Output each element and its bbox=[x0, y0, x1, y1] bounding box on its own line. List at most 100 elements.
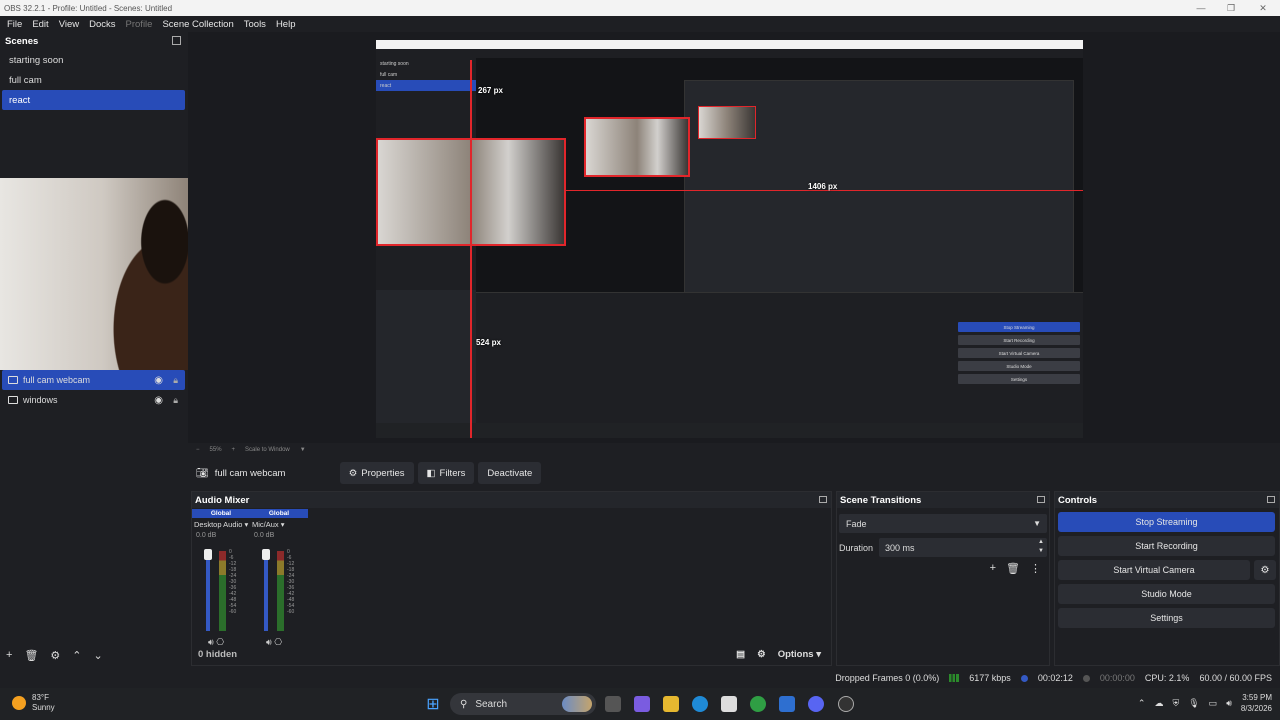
discord-icon[interactable] bbox=[808, 696, 824, 712]
scenes-header: Scenes bbox=[0, 32, 187, 50]
windows-start-icon[interactable]: ⊞ bbox=[425, 696, 441, 713]
settings-button[interactable]: Settings bbox=[1058, 608, 1275, 628]
undock-icon[interactable] bbox=[1267, 496, 1275, 503]
mixer-settings-icon[interactable]: ⚙ bbox=[757, 649, 766, 660]
fps: 60.00 / 60.00 FPS bbox=[1199, 673, 1272, 683]
cloud-icon[interactable]: ☁ bbox=[1154, 698, 1163, 709]
spinbox-arrows-icon[interactable]: ▲ ▼ bbox=[1038, 538, 1044, 556]
copilot-icon[interactable] bbox=[634, 696, 650, 712]
channel-name[interactable]: Desktop Audio ▾ bbox=[192, 518, 250, 531]
add-source-button[interactable]: + bbox=[6, 649, 12, 661]
vertical-guide-line bbox=[470, 60, 472, 438]
chrome-icon[interactable] bbox=[750, 696, 766, 712]
nested-virtual-camera: Start Virtual Camera bbox=[958, 348, 1080, 358]
studio-mode-button[interactable]: Studio Mode bbox=[1058, 584, 1275, 604]
scene-item-full-cam[interactable]: full cam bbox=[2, 70, 185, 90]
taskbar-clock[interactable]: 3:59 PM 8/3/2026 bbox=[1241, 692, 1272, 714]
window-title-bar: OBS 32.2.1 - Profile: Untitled - Scenes:… bbox=[0, 0, 1280, 16]
volume-fader[interactable] bbox=[264, 551, 268, 631]
meter-scale: 0 -6 -12 -18 -24 -30 -36 -42 -48 -54 -60 bbox=[229, 549, 236, 615]
mixer-footer-actions: ▤ ⚙ Options ▾ bbox=[736, 649, 821, 660]
mixer-footer: 0 hidden ▤ ⚙ Options ▾ bbox=[192, 643, 831, 665]
scene-item-starting-soon[interactable]: starting soon bbox=[2, 50, 185, 70]
clock-time: 3:59 PM bbox=[1242, 693, 1272, 702]
menu-scene-collection[interactable]: Scene Collection bbox=[157, 19, 238, 30]
chevron-down-icon[interactable]: ▼ bbox=[300, 447, 306, 453]
zoom-level: 55% bbox=[209, 447, 222, 453]
defender-icon[interactable]: ⛨ bbox=[1172, 698, 1179, 709]
menu-edit[interactable]: Edit bbox=[27, 19, 53, 30]
audio-mixer-header: Audio Mixer bbox=[192, 492, 831, 508]
microphone-icon[interactable]: 🎙︎ bbox=[1188, 698, 1199, 709]
add-transition-icon[interactable]: + bbox=[990, 562, 996, 575]
channel-name[interactable]: Mic/Aux ▾ bbox=[250, 518, 308, 531]
duration-input[interactable]: 300 ms ▲ ▼ bbox=[879, 538, 1047, 557]
menu-help[interactable]: Help bbox=[271, 19, 301, 30]
edge-icon[interactable] bbox=[692, 696, 708, 712]
stop-streaming-button[interactable]: Stop Streaming bbox=[1058, 512, 1275, 532]
source-item-full-cam-webcam[interactable]: full cam webcam ◉ 🔒︎ bbox=[2, 370, 185, 390]
options-label: Options bbox=[777, 648, 814, 660]
controls-title: Controls bbox=[1058, 494, 1098, 506]
chevron-up-icon[interactable]: ⌃ bbox=[1138, 698, 1146, 709]
lock-icon[interactable]: 🔒︎ bbox=[173, 375, 178, 386]
file-explorer-icon[interactable] bbox=[663, 696, 679, 712]
weather-desc: Sunny bbox=[32, 703, 55, 712]
minimize-button[interactable]: — bbox=[1186, 0, 1216, 16]
start-virtual-camera-button[interactable]: Start Virtual Camera bbox=[1058, 560, 1250, 580]
start-recording-button[interactable]: Start Recording bbox=[1058, 536, 1275, 556]
gear-icon[interactable]: ⚙ bbox=[1254, 560, 1276, 580]
source-item-windows[interactable]: windows ◉ 🔒︎ bbox=[2, 390, 185, 410]
streaming-indicator-icon bbox=[1020, 674, 1028, 682]
menu-tools[interactable]: Tools bbox=[239, 19, 271, 30]
layout-icon[interactable]: ▤ bbox=[736, 649, 745, 660]
channel-global-badge: Global bbox=[250, 509, 308, 518]
scale-mode-select[interactable]: Scale to Window bbox=[245, 447, 290, 453]
filter-icon: ◧ bbox=[426, 467, 436, 479]
nested-taskbar bbox=[376, 423, 1083, 438]
source-settings-button[interactable]: ⚙ bbox=[50, 649, 60, 662]
deactivate-button[interactable]: Deactivate bbox=[478, 462, 542, 484]
maximize-button[interactable]: ❐ bbox=[1216, 0, 1246, 16]
menu-docks[interactable]: Docks bbox=[84, 19, 120, 30]
weather-widget[interactable]: 83°F Sunny bbox=[12, 693, 55, 713]
eye-icon[interactable]: ◉ bbox=[154, 375, 163, 386]
taskbar-search[interactable]: ⚲ Search bbox=[450, 693, 596, 715]
move-down-button[interactable]: ⌄ bbox=[94, 649, 103, 662]
menu-bar: File Edit View Docks Profile Scene Colle… bbox=[0, 16, 1280, 32]
zoom-out-icon[interactable]: − bbox=[196, 447, 200, 453]
zoom-in-icon[interactable]: + bbox=[232, 447, 236, 453]
menu-view[interactable]: View bbox=[54, 19, 84, 30]
window-title: OBS 32.2.1 - Profile: Untitled - Scenes:… bbox=[4, 3, 173, 13]
undock-icon[interactable] bbox=[1037, 496, 1045, 503]
camera-icon bbox=[8, 376, 18, 384]
weather-temp: 83°F bbox=[32, 693, 49, 702]
transition-select[interactable]: Fade ▼ bbox=[839, 514, 1047, 533]
options-button[interactable]: Options ▾ bbox=[778, 649, 821, 660]
menu-profile[interactable]: Profile bbox=[121, 19, 158, 30]
sources-toolbar: + 🗑 ⚙ ⌃ ⌄ bbox=[0, 645, 187, 665]
controls-header: Controls bbox=[1055, 492, 1279, 508]
task-view-icon[interactable] bbox=[605, 696, 621, 712]
photos-icon[interactable] bbox=[779, 696, 795, 712]
network-icon[interactable]: ▭ bbox=[1209, 698, 1218, 709]
obs-icon[interactable] bbox=[838, 696, 854, 712]
scene-item-react[interactable]: react bbox=[2, 90, 185, 110]
volume-knob[interactable] bbox=[204, 549, 212, 560]
volume-knob[interactable] bbox=[262, 549, 270, 560]
menu-file[interactable]: File bbox=[2, 19, 27, 30]
eye-icon[interactable]: ◉ bbox=[154, 395, 163, 406]
lock-icon[interactable]: 🔒︎ bbox=[173, 395, 178, 406]
more-options-icon[interactable]: ⋮ bbox=[1030, 562, 1041, 575]
undock-icon[interactable] bbox=[172, 36, 181, 45]
filters-button[interactable]: ◧ Filters bbox=[417, 462, 475, 484]
properties-button[interactable]: ⚙ Properties bbox=[339, 462, 414, 484]
undock-icon[interactable] bbox=[819, 496, 827, 503]
close-button[interactable]: ✕ bbox=[1248, 0, 1278, 16]
move-up-button[interactable]: ⌃ bbox=[72, 649, 81, 662]
remove-source-button[interactable]: 🗑 bbox=[24, 649, 38, 662]
volume-icon[interactable]: 🔊︎ bbox=[1226, 698, 1232, 709]
remove-transition-icon[interactable]: 🗑 bbox=[1006, 562, 1020, 575]
store-icon[interactable] bbox=[721, 696, 737, 712]
volume-fader[interactable] bbox=[206, 551, 210, 631]
